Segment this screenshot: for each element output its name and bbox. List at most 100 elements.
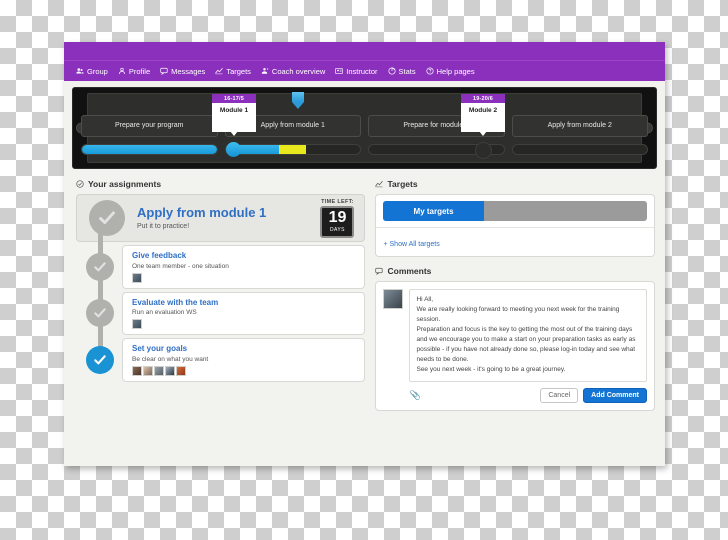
targets-chart-icon — [375, 180, 384, 188]
nav-label: Stats — [398, 66, 416, 76]
step-status-check-icon — [86, 345, 114, 374]
check-circle-icon — [76, 180, 84, 188]
timeline-now-marker — [292, 92, 304, 109]
nav-item-coach-overview[interactable]: Coach overview — [257, 65, 331, 78]
current-assignment-text: Apply from module 1 Put it to practice! — [137, 205, 320, 230]
comment-line: See you next week - it's going to be a g… — [416, 366, 566, 374]
avatar — [176, 365, 186, 376]
milestone-name: Module 1 — [212, 103, 256, 136]
list-item[interactable]: Evaluate with the team Run an evaluation… — [76, 291, 366, 336]
add-comment-button[interactable]: Add Comment — [583, 387, 647, 403]
comment-action-bar: 📎 Cancel Add Comment — [383, 387, 647, 403]
nav-item-group[interactable]: Group — [72, 65, 114, 78]
timeline-progress-bar[interactable] — [224, 144, 361, 155]
step-card[interactable]: Evaluate with the team Run an evaluation… — [122, 291, 366, 336]
cancel-button[interactable]: Cancel — [540, 387, 579, 403]
nav-item-instructor[interactable]: Instructor — [331, 65, 383, 78]
help-icon — [426, 67, 434, 75]
main-navigation: Group Profile Messages Targets Coach ove… — [64, 61, 665, 81]
paperclip-icon[interactable]: 📎 — [409, 390, 420, 401]
nav-label: Targets — [226, 66, 251, 76]
milestone-dot-module-1[interactable] — [226, 142, 241, 157]
avatar — [383, 289, 404, 309]
step-subtitle: Be clear on what you want — [132, 355, 209, 363]
time-left-value: 19 — [328, 208, 347, 226]
program-timeline: Prepare your program Apply from module 1… — [72, 87, 657, 169]
nav-label: Profile — [128, 66, 151, 76]
avatar — [143, 365, 153, 376]
nav-label: Group — [87, 66, 108, 76]
timeline-progress-bars — [81, 144, 648, 155]
step-title: Give feedback — [132, 251, 187, 260]
comment-bubble-icon — [375, 267, 384, 275]
time-left-label: TIME LEFT: — [321, 198, 354, 205]
avatar — [154, 365, 164, 376]
timeline-progress-bar[interactable] — [511, 144, 648, 155]
brand-bar — [64, 42, 665, 61]
milestone-date: 19-20/6 — [461, 94, 505, 103]
step-title: Set your goals — [132, 344, 188, 354]
app-page: Group Profile Messages Targets Coach ove… — [64, 42, 665, 466]
comments-section-label: Comments — [387, 266, 432, 276]
avatar — [132, 272, 142, 283]
my-targets-button[interactable]: My targets — [383, 201, 484, 221]
instructor-icon — [335, 67, 344, 75]
show-all-targets-link[interactable]: + Show All targets — [383, 241, 439, 248]
messages-icon — [160, 67, 168, 75]
step-subtitle: Run an evaluation WS — [132, 309, 197, 317]
timeline-block[interactable]: Apply from module 2 — [511, 115, 648, 137]
timeline-block[interactable]: Prepare your program — [81, 115, 218, 137]
time-left-unit: DAYS — [330, 226, 345, 233]
list-item[interactable]: Set your goals Be clear on what you want — [76, 338, 366, 382]
comment-line: Preparation and focus is the key to gett… — [416, 326, 636, 364]
targets-progress-area: My targets — [376, 195, 654, 227]
list-item[interactable]: Give feedback One team member - one situ… — [76, 245, 366, 289]
avatar — [132, 365, 142, 376]
assignment-status-check-icon — [89, 200, 125, 236]
profile-icon — [118, 67, 126, 75]
nav-label: Coach overview — [271, 66, 326, 76]
stats-icon — [387, 67, 396, 75]
timeline-blocks: Prepare your program Apply from module 1… — [81, 115, 648, 137]
time-left-widget: TIME LEFT: 19 DAYS — [320, 198, 355, 238]
milestone-date: 16-17/5 — [212, 94, 256, 103]
targets-section-header: Targets — [375, 179, 655, 189]
main-content: Your assignments Apply from module 1 Put… — [64, 169, 665, 411]
comment-row: Hi All, We are really looking forward to… — [383, 289, 647, 382]
timeline-progress-bar[interactable] — [81, 144, 218, 155]
step-status-check-icon — [86, 299, 114, 328]
timeline-milestone-module-1[interactable]: 16-17/5 Module 1 — [212, 94, 256, 136]
targets-panel: My targets + Show All targets — [375, 194, 655, 257]
avatar — [165, 365, 175, 376]
current-assignment-card[interactable]: Apply from module 1 Put it to practice! … — [76, 194, 366, 242]
comment-composer: Hi All, We are really looking forward to… — [376, 282, 654, 410]
nav-item-stats[interactable]: Stats — [384, 65, 422, 78]
timeline-milestone-module-2[interactable]: 19-20/6 Module 2 — [461, 94, 505, 136]
time-left-box: 19 DAYS — [320, 205, 355, 238]
comment-text-area[interactable]: Hi All, We are really looking forward to… — [409, 289, 647, 382]
step-title: Evaluate with the team — [132, 297, 219, 307]
comment-line: Hi All, — [416, 296, 434, 303]
current-assignment-subtitle: Put it to practice! — [137, 222, 190, 230]
nav-item-targets[interactable]: Targets — [211, 65, 257, 78]
targets-section-label: Targets — [387, 179, 418, 189]
targets-progress-bar: My targets — [383, 201, 647, 221]
step-avatars — [132, 319, 357, 330]
step-card[interactable]: Set your goals Be clear on what you want — [122, 338, 366, 382]
nav-item-help-pages[interactable]: Help pages — [422, 65, 481, 78]
current-assignment-title: Apply from module 1 — [137, 205, 267, 221]
coach-icon — [261, 67, 269, 75]
step-status-check-icon — [86, 252, 114, 281]
step-card[interactable]: Give feedback One team member - one situ… — [122, 245, 366, 289]
group-icon — [76, 67, 84, 75]
nav-label: Instructor — [346, 66, 378, 76]
nav-item-messages[interactable]: Messages — [156, 65, 211, 78]
milestone-dot-module-2[interactable] — [475, 142, 492, 159]
assignments-section-header: Your assignments — [76, 179, 365, 189]
targets-comments-column: Targets My targets + Show All targets Co… — [375, 179, 655, 411]
comments-section-header: Comments — [375, 266, 655, 276]
comment-line: We are really looking forward to meeting… — [416, 306, 620, 324]
nav-item-profile[interactable]: Profile — [114, 65, 156, 78]
step-subtitle: One team member - one situation — [132, 262, 229, 270]
nav-label: Messages — [171, 66, 206, 76]
